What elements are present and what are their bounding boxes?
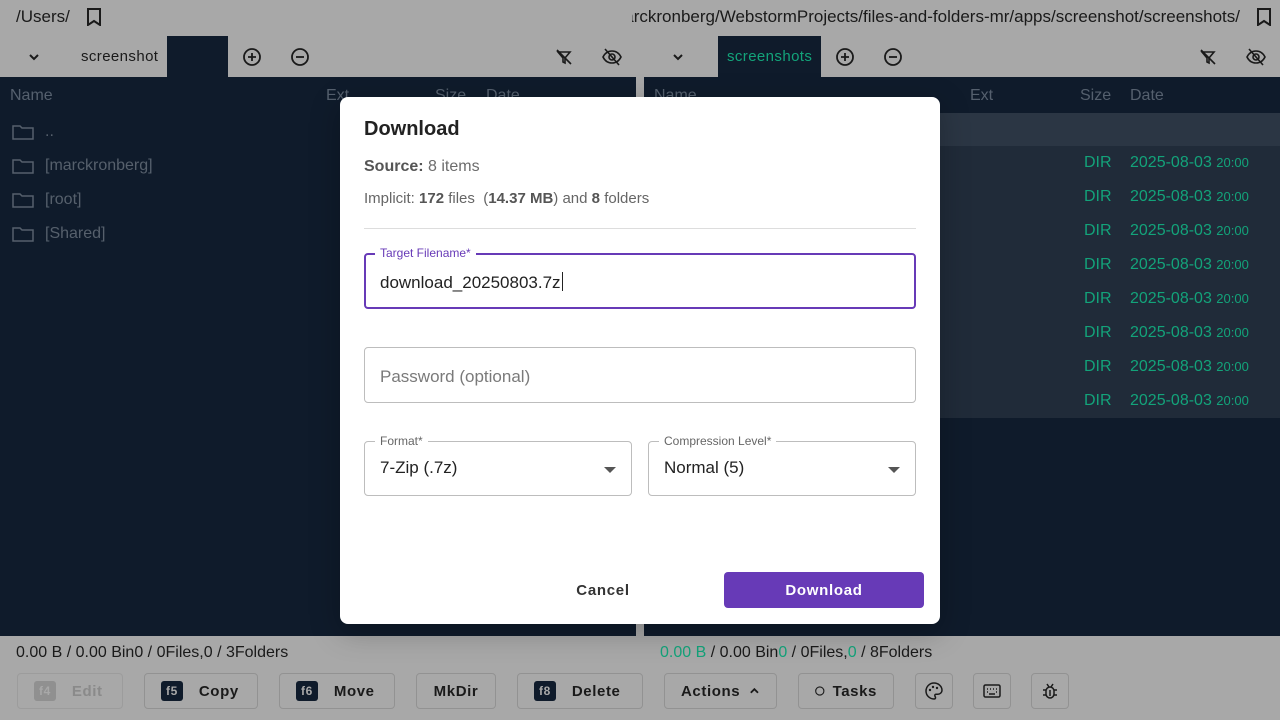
left-path-bar[interactable]: /Users/ [16, 0, 102, 34]
move-button[interactable]: f6 Move [279, 673, 395, 709]
row-size: DIR [1084, 256, 1112, 273]
download-button[interactable]: Download [724, 572, 924, 608]
keyboard-button[interactable] [973, 673, 1011, 709]
file-name: .. [45, 123, 54, 140]
remove-circle-icon[interactable] [276, 36, 324, 77]
field-label: Target Filename* [375, 246, 476, 260]
chevron-down-icon[interactable] [10, 36, 58, 77]
copy-button[interactable]: f5 Copy [144, 673, 258, 709]
tasks-button[interactable]: Tasks [798, 673, 894, 709]
right-path-text[interactable]: arckronberg/WebstormProjects/files-and-f… [632, 7, 1240, 27]
tab-screenshot[interactable]: screenshot [72, 36, 167, 77]
row-size: DIR [1084, 358, 1112, 375]
chevron-down-icon[interactable] [654, 36, 702, 77]
row-size: DIR [1084, 324, 1112, 341]
visibility-off-icon[interactable] [1232, 36, 1280, 77]
dropdown-arrow-icon [604, 467, 616, 473]
key-badge: f5 [161, 681, 183, 701]
circle-icon [815, 686, 825, 696]
dialog-implicit-summary: Implicit: 172 files (14.37 MB) and 8 fol… [364, 190, 650, 207]
right-status-line: 0.00 B / 0.00 B in 0 / 0 Files, 0 / 8 Fo… [660, 644, 933, 661]
theme-button[interactable] [915, 673, 953, 709]
keyboard-icon [983, 684, 1001, 698]
row-date: 2025-08-03 20:00 [1130, 358, 1249, 375]
function-toolbar: f4 Edit f5 Copy f6 Move MkDir f8 Delete … [17, 673, 1089, 709]
column-header-ext[interactable]: Ext [970, 87, 993, 105]
column-header-name[interactable]: Name [10, 87, 53, 105]
field-value: Normal (5) [664, 458, 745, 477]
tab-screenshots[interactable]: screenshots [718, 36, 822, 77]
folder-icon [12, 159, 34, 174]
key-badge: f8 [534, 681, 556, 701]
edit-button[interactable]: f4 Edit [17, 673, 123, 709]
file-name: [marckronberg] [45, 157, 153, 174]
row-size: DIR [1084, 392, 1112, 409]
compression-level-select[interactable]: Compression Level* Normal (5) [648, 434, 916, 496]
row-date: 2025-08-03 20:00 [1130, 256, 1249, 273]
row-size: DIR [1084, 188, 1112, 205]
left-tab-bar: screenshot [10, 36, 636, 77]
dialog-source: Source: 8 items [364, 158, 480, 175]
row-date: 2025-08-03 20:00 [1130, 222, 1249, 239]
key-badge: f4 [34, 681, 56, 701]
add-circle-icon[interactable] [228, 36, 276, 77]
row-size: DIR [1084, 290, 1112, 307]
row-date: 2025-08-03 20:00 [1130, 188, 1249, 205]
delete-button[interactable]: f8 Delete [517, 673, 643, 709]
field-value: download_20250803.7z [380, 272, 563, 292]
visibility-off-icon[interactable] [588, 36, 636, 77]
actions-button[interactable]: Actions [664, 673, 777, 709]
debug-button[interactable] [1031, 673, 1069, 709]
row-size: DIR [1084, 222, 1112, 239]
dropdown-arrow-icon [888, 467, 900, 473]
format-select[interactable]: Format* 7-Zip (.7z) [364, 434, 632, 496]
download-dialog: Download Source: 8 items Implicit: 172 f… [340, 97, 940, 624]
bookmark-icon[interactable] [86, 8, 102, 27]
folder-icon [12, 193, 34, 208]
palette-icon [925, 682, 943, 700]
file-name: [Shared] [45, 225, 106, 242]
key-badge: f6 [296, 681, 318, 701]
filter-off-icon[interactable] [540, 36, 588, 77]
row-date: 2025-08-03 20:00 [1130, 392, 1249, 409]
field-label: Compression Level* [659, 434, 777, 448]
remove-circle-icon[interactable] [869, 36, 917, 77]
mkdir-button[interactable]: MkDir [416, 673, 496, 709]
add-circle-icon[interactable] [821, 36, 869, 77]
left-status-line: 0.00 B / 0.00 B in 0 / 0 Files, 0 / 3 Fo… [16, 644, 289, 661]
row-size: DIR [1084, 154, 1112, 171]
folder-icon [12, 227, 34, 242]
bookmark-icon[interactable] [1256, 8, 1272, 27]
dialog-divider [364, 228, 916, 229]
column-header-size[interactable]: Size [1080, 87, 1111, 105]
row-date: 2025-08-03 20:00 [1130, 154, 1249, 171]
dialog-title: Download [364, 118, 460, 140]
field-value: 7-Zip (.7z) [380, 458, 458, 477]
row-date: 2025-08-03 20:00 [1130, 290, 1249, 307]
tab-active[interactable] [167, 36, 229, 77]
password-placeholder: Password (optional) [380, 367, 531, 386]
password-field[interactable]: Password (optional) [364, 347, 916, 403]
target-filename-field[interactable]: Target Filename* download_20250803.7z [364, 246, 916, 309]
column-header-date[interactable]: Date [1130, 87, 1164, 105]
cancel-button[interactable]: Cancel [563, 572, 643, 608]
right-tab-bar: screenshots [654, 36, 1280, 77]
filter-off-icon[interactable] [1184, 36, 1232, 77]
bug-icon [1043, 683, 1057, 699]
chevron-up-icon [750, 687, 759, 694]
folder-icon [12, 125, 34, 140]
file-name: [root] [45, 191, 82, 208]
field-label: Format* [375, 434, 428, 448]
left-path-text[interactable]: /Users/ [16, 7, 70, 27]
row-date: 2025-08-03 20:00 [1130, 324, 1249, 341]
right-path-bar[interactable]: arckronberg/WebstormProjects/files-and-f… [632, 0, 1272, 34]
